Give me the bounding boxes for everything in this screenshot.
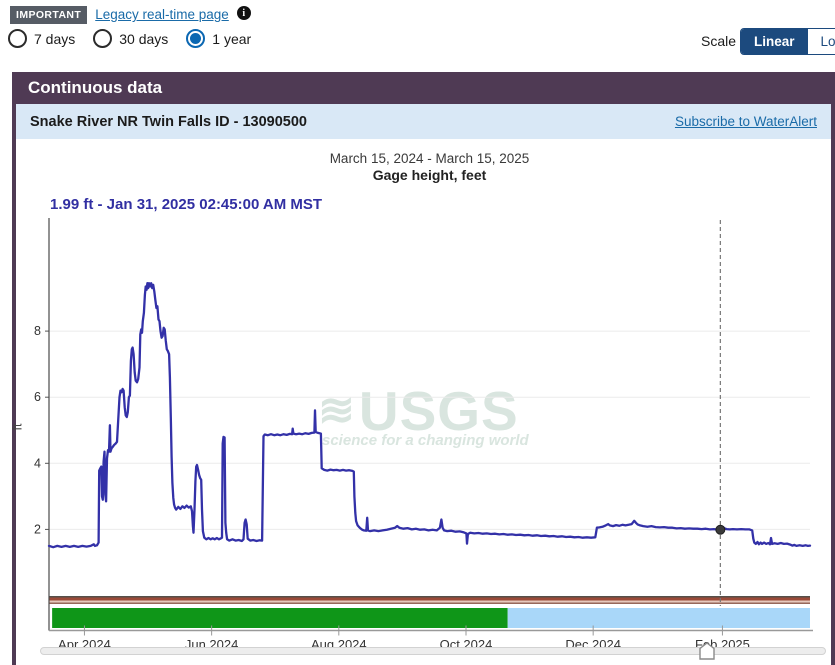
radio-selected-icon[interactable]: [186, 29, 205, 48]
radio-circle-icon[interactable]: [8, 29, 27, 48]
scale-log-button[interactable]: Log: [808, 29, 835, 54]
chart-parameter-title: Gage height, feet: [49, 167, 810, 183]
slider-handle-icon: [699, 642, 715, 660]
date-range-slider[interactable]: [40, 647, 826, 655]
important-badge: IMPORTANT: [10, 6, 87, 24]
svg-text:8: 8: [34, 324, 41, 338]
radio-option-30-days[interactable]: 30 days: [93, 29, 168, 48]
info-icon[interactable]: i: [237, 6, 251, 20]
important-row: IMPORTANT Legacy real-time page i: [10, 6, 251, 24]
slider-handle[interactable]: [699, 642, 715, 660]
time-range-radio-group: 7 days 30 days 1 year: [8, 29, 251, 48]
radio-label: 30 days: [119, 31, 168, 47]
svg-text:6: 6: [34, 390, 41, 404]
usgs-monitoring-page: { "top_bar": { "important_badge": "IMPOR…: [0, 0, 835, 665]
svg-text:2: 2: [34, 522, 41, 536]
radio-option-1-year[interactable]: 1 year: [186, 29, 251, 48]
hydrograph-svg[interactable]: 2468Apr 2024Jun 2024Aug 2024Oct 2024Dec …: [0, 0, 835, 665]
svg-text:4: 4: [34, 456, 41, 470]
radio-circle-icon[interactable]: [93, 29, 112, 48]
scale-linear-button[interactable]: Linear: [741, 29, 808, 54]
scale-toggle-group: Linear Log: [740, 28, 835, 55]
radio-option-7-days[interactable]: 7 days: [8, 29, 75, 48]
radio-label: 1 year: [212, 31, 251, 47]
chart-tooltip-readout: 1.99 ft - Jan 31, 2025 02:45:00 AM MST: [50, 196, 322, 213]
legacy-page-link[interactable]: Legacy real-time page: [95, 7, 229, 22]
chart-date-range-title: March 15, 2024 - March 15, 2025: [49, 151, 810, 166]
scale-label: Scale: [701, 33, 736, 49]
y-axis-unit-label: ft: [10, 424, 24, 431]
radio-label: 7 days: [34, 31, 75, 47]
